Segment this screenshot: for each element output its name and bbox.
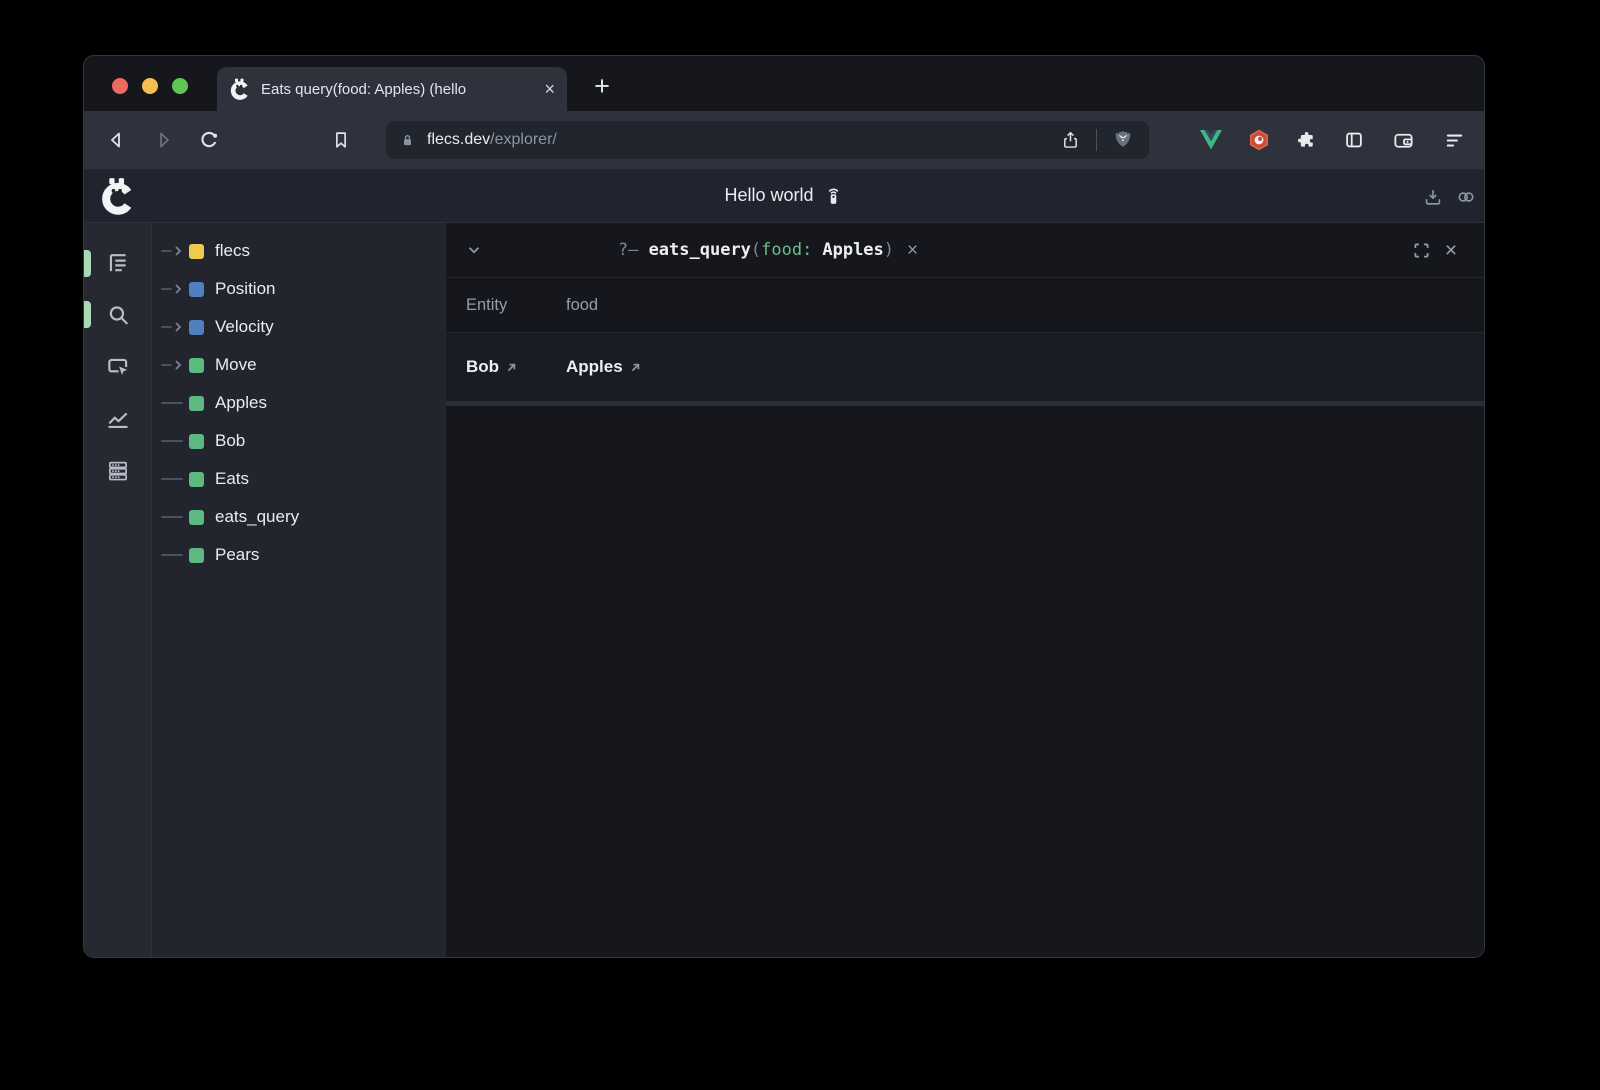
- tab-title: Eats query(food: Apples) (hello: [261, 81, 538, 98]
- browser-toolbar: flecs.dev /explorer/: [84, 111, 1484, 169]
- table-row[interactable]: Bob Apples: [446, 333, 1484, 401]
- tree-item-move[interactable]: Move: [152, 346, 446, 384]
- bookmark-button[interactable]: [324, 123, 358, 157]
- leaf-dash: [161, 516, 189, 518]
- chevron-down-icon[interactable]: [464, 235, 484, 265]
- leaf-dash: [161, 478, 189, 480]
- tab-close-icon[interactable]: ×: [544, 80, 555, 98]
- leaf-dash: [161, 402, 189, 404]
- tree-item-velocity[interactable]: Velocity: [152, 308, 446, 346]
- results-table-header: Entity food: [446, 278, 1484, 333]
- traffic-lights: [112, 78, 188, 94]
- tree-item-eats[interactable]: Eats: [152, 460, 446, 498]
- share-icon[interactable]: [1056, 126, 1084, 154]
- column-header-entity: Entity: [466, 296, 566, 315]
- share-link-icon[interactable]: [1450, 181, 1482, 213]
- tree-item-pears[interactable]: Pears: [152, 536, 446, 574]
- entity-swatch: [189, 510, 204, 525]
- brave-shield-icon[interactable]: [1109, 126, 1137, 154]
- forward-button[interactable]: [146, 123, 180, 157]
- expander-icon[interactable]: [161, 359, 189, 371]
- leaf-dash: [161, 440, 189, 442]
- browser-tab[interactable]: Eats query(food: Apples) (hello ×: [217, 67, 567, 111]
- entity-tree-panel-button[interactable]: [84, 237, 151, 289]
- divider: [1096, 129, 1097, 151]
- component-swatch: [189, 282, 204, 297]
- app-header: Hello world: [84, 169, 1484, 223]
- data-tables-panel-button[interactable]: [84, 445, 151, 497]
- active-panel-indicator: [84, 250, 91, 277]
- open-entity-arrow-icon[interactable]: [629, 361, 642, 374]
- back-button[interactable]: [100, 123, 134, 157]
- entity-cell[interactable]: Bob: [466, 357, 499, 377]
- expander-icon[interactable]: [161, 321, 189, 333]
- stats-chart-panel-button[interactable]: [84, 393, 151, 445]
- query-name: eats_query: [649, 240, 751, 260]
- component-swatch: [189, 320, 204, 335]
- inspector-panel-button[interactable]: [84, 341, 151, 393]
- table-bottom-divider: [446, 401, 1484, 406]
- zoom-window-button[interactable]: [172, 78, 188, 94]
- food-cell[interactable]: Apples: [566, 357, 623, 377]
- tree-item-eats-query[interactable]: eats_query: [152, 498, 446, 536]
- close-panel-icon[interactable]: ×: [1436, 240, 1466, 261]
- browser-menu-icon[interactable]: [1437, 123, 1471, 157]
- expander-icon[interactable]: [161, 283, 189, 295]
- new-tab-button[interactable]: +: [584, 68, 620, 104]
- wallet-icon[interactable]: [1386, 123, 1420, 157]
- tree-item-position[interactable]: Position: [152, 270, 446, 308]
- vue-devtools-icon[interactable]: [1194, 123, 1228, 157]
- world-title: Hello world: [724, 185, 813, 206]
- refresh-button[interactable]: [192, 123, 226, 157]
- url-path: /explorer/: [490, 131, 557, 149]
- query-value: Apples: [822, 240, 883, 260]
- url-domain: flecs.dev: [427, 131, 490, 149]
- entity-swatch: [189, 472, 204, 487]
- query-prompt: ?–: [618, 240, 638, 260]
- expander-icon[interactable]: [161, 245, 189, 257]
- tree-item-flecs[interactable]: flecs: [152, 232, 446, 270]
- download-icon[interactable]: [1417, 181, 1449, 213]
- minimize-window-button[interactable]: [142, 78, 158, 94]
- tree-item-bob[interactable]: Bob: [152, 422, 446, 460]
- query-panel: ?– eats_query(food:Apples) ×: [446, 223, 1484, 958]
- sidebar-toggle-icon[interactable]: [1337, 123, 1371, 157]
- hexagon-extension-icon[interactable]: [1242, 123, 1276, 157]
- entity-tree-panel: flecs Position Velocity Move: [152, 223, 446, 958]
- query-header: ?– eats_query(food:Apples) ×: [446, 223, 1484, 278]
- active-panel-indicator: [84, 301, 91, 328]
- entity-swatch: [189, 434, 204, 449]
- entity-swatch: [189, 358, 204, 373]
- column-header-food: food: [566, 296, 598, 315]
- query-clear-icon[interactable]: ×: [907, 241, 918, 260]
- close-window-button[interactable]: [112, 78, 128, 94]
- entity-swatch: [189, 548, 204, 563]
- browser-window: Eats query(food: Apples) (hello × +: [83, 55, 1485, 958]
- main-content: flecs Position Velocity Move: [84, 223, 1484, 958]
- desktop-background: Eats query(food: Apples) (hello × +: [0, 0, 1600, 1090]
- query-param: food:: [761, 240, 812, 260]
- leaf-dash: [161, 554, 189, 556]
- panel-switcher-sidebar: [84, 223, 152, 958]
- lock-icon: [398, 131, 417, 150]
- open-entity-arrow-icon[interactable]: [505, 361, 518, 374]
- tab-bar: Eats query(food: Apples) (hello × +: [84, 56, 1484, 111]
- flecs-favicon-icon: [229, 78, 251, 100]
- query-search-panel-button[interactable]: [84, 289, 151, 341]
- remote-connection-icon[interactable]: [823, 185, 844, 206]
- module-swatch: [189, 244, 204, 259]
- entity-swatch: [189, 396, 204, 411]
- fullscreen-icon[interactable]: [1406, 235, 1436, 265]
- extensions-puzzle-icon[interactable]: [1289, 123, 1323, 157]
- tree-item-apples[interactable]: Apples: [152, 384, 446, 422]
- address-bar[interactable]: flecs.dev /explorer/: [386, 121, 1149, 159]
